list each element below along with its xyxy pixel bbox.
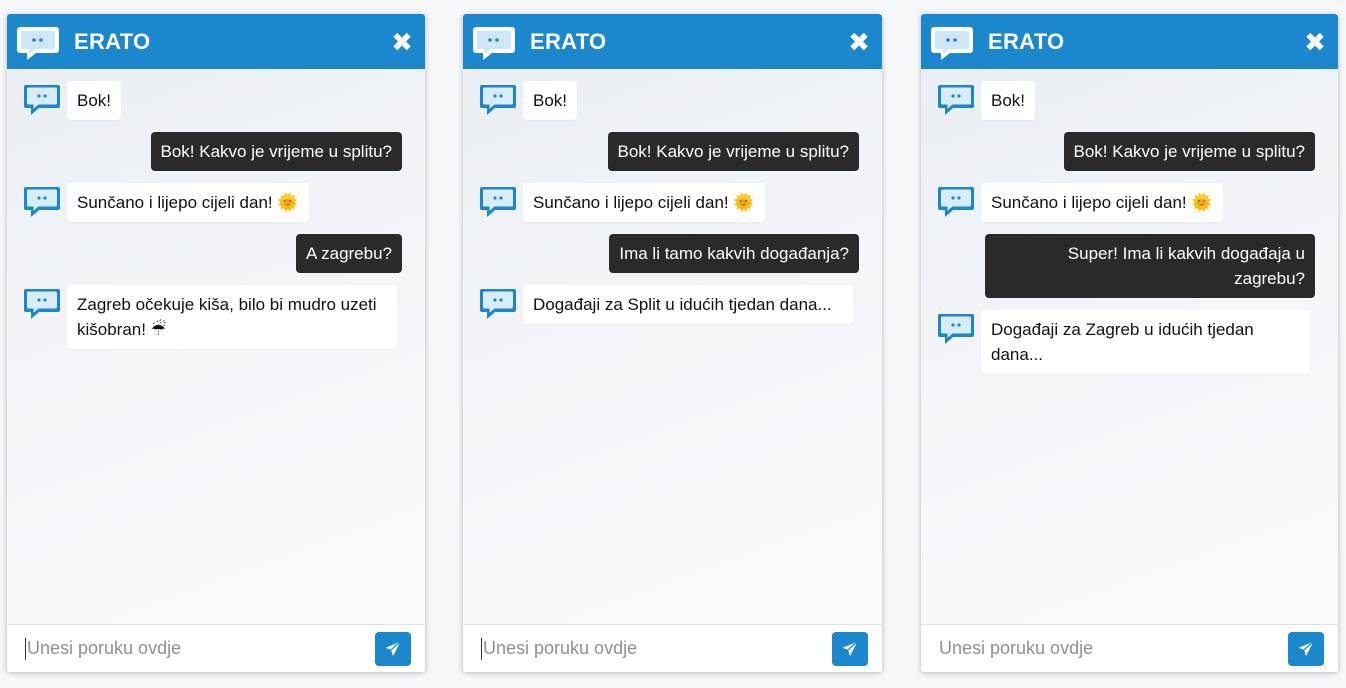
user-message-row: A zagrebu?: [7, 234, 425, 273]
message-input[interactable]: [483, 638, 832, 659]
bot-message-row: Sunčano i lijepo cijeli dan! 🌞: [7, 183, 425, 222]
user-message-bubble: Super! Ima li kakvih događaja u zagrebu?: [985, 234, 1315, 298]
bot-message-bubble: Sunčano i lijepo cijeli dan! 🌞: [523, 183, 765, 222]
chat-title: ERATO: [530, 28, 607, 54]
bot-message-bubble: Zagreb očekuje kiša, bilo bi mudro uzeti…: [67, 285, 397, 349]
message-input-bar: [463, 624, 882, 672]
user-message-row: Bok! Kakvo je vrijeme u splitu?: [7, 132, 425, 171]
bot-message-row: Bok!: [463, 81, 882, 120]
message-text: Sunčano i lijepo cijeli dan!: [991, 193, 1187, 212]
close-button[interactable]: ✖: [1304, 29, 1326, 55]
chat-widget: ERATO ✖ Bok! Bok! Kakvo je vrijeme u spl…: [7, 14, 425, 672]
chat-title: ERATO: [988, 28, 1065, 54]
paper-plane-icon: [385, 640, 401, 656]
umbrella-emoji-icon: ☔: [150, 320, 166, 339]
user-message-bubble: Bok! Kakvo je vrijeme u splitu?: [150, 132, 402, 171]
message-input-bar: [921, 624, 1338, 672]
bot-avatar-icon: [938, 187, 974, 217]
user-message-bubble: Ima li tamo kakvih događanja?: [609, 234, 859, 273]
text-cursor: [25, 637, 26, 660]
close-button[interactable]: ✖: [391, 29, 413, 55]
bot-message-bubble: Bok!: [67, 81, 122, 120]
bot-message-row: Bok!: [7, 81, 425, 120]
message-input-bar: [7, 624, 425, 672]
sun-emoji-icon: 🌞: [733, 193, 755, 212]
chat-title: ERATO: [74, 28, 151, 54]
bot-avatar-icon: [938, 314, 974, 344]
bot-message-row: Događaji za Zagreb u idućih tjedan dana.…: [921, 310, 1338, 374]
chat-logo-icon: [931, 26, 973, 60]
chat-header: ERATO ✖: [7, 14, 425, 69]
send-button[interactable]: [1288, 631, 1324, 666]
user-message-row: Bok! Kakvo je vrijeme u splitu?: [463, 132, 882, 171]
sun-emoji-icon: 🌞: [1191, 193, 1213, 212]
message-text: Sunčano i lijepo cijeli dan!: [533, 193, 729, 212]
bot-avatar-icon: [938, 85, 974, 115]
send-button[interactable]: [832, 631, 868, 666]
bot-message-bubble: Bok!: [981, 81, 1036, 120]
bot-message-bubble: Događaji za Zagreb u idućih tjedan dana.…: [981, 310, 1310, 374]
message-text: Sunčano i lijepo cijeli dan!: [77, 193, 273, 212]
message-input[interactable]: [939, 638, 1288, 659]
chat-logo-icon: [473, 26, 515, 60]
user-message-row: Super! Ima li kakvih događaja u zagrebu?: [921, 234, 1338, 298]
chat-header: ERATO ✖: [921, 14, 1338, 69]
bot-message-bubble: Događaji za Split u idućih tjedan dana..…: [523, 285, 853, 324]
bot-avatar-icon: [24, 85, 60, 115]
close-button[interactable]: ✖: [848, 29, 870, 55]
bot-avatar-icon: [24, 187, 60, 217]
chat-widget: ERATO ✖ Bok! Bok! Kakvo je vrijeme u spl…: [921, 14, 1338, 672]
message-input[interactable]: [27, 638, 375, 659]
bot-message-row: Bok!: [921, 81, 1338, 120]
bot-message-bubble: Sunčano i lijepo cijeli dan! 🌞: [67, 183, 309, 222]
bot-message-bubble: Sunčano i lijepo cijeli dan! 🌞: [981, 183, 1223, 222]
bot-avatar-icon: [480, 289, 516, 319]
bot-avatar-icon: [480, 187, 516, 217]
message-list: Bok! Bok! Kakvo je vrijeme u splitu? Sun…: [7, 69, 425, 624]
paper-plane-icon: [1298, 640, 1314, 656]
user-message-row: Ima li tamo kakvih događanja?: [463, 234, 882, 273]
paper-plane-icon: [842, 640, 858, 656]
chat-logo-icon: [17, 26, 59, 60]
user-message-row: Bok! Kakvo je vrijeme u splitu?: [921, 132, 1338, 171]
bot-message-row: Sunčano i lijepo cijeli dan! 🌞: [921, 183, 1338, 222]
sun-emoji-icon: 🌞: [277, 193, 299, 212]
bot-message-row: Zagreb očekuje kiša, bilo bi mudro uzeti…: [7, 285, 425, 349]
message-list: Bok! Bok! Kakvo je vrijeme u splitu? Sun…: [463, 69, 882, 624]
user-message-bubble: A zagrebu?: [295, 234, 402, 273]
user-message-bubble: Bok! Kakvo je vrijeme u splitu?: [1063, 132, 1315, 171]
bot-message-row: Događaji za Split u idućih tjedan dana..…: [463, 285, 882, 324]
screenshot-stage: ERATO ✖ Bok! Bok! Kakvo je vrijeme u spl…: [0, 0, 1346, 688]
message-list: Bok! Bok! Kakvo je vrijeme u splitu? Sun…: [921, 69, 1338, 624]
message-text: Zagreb očekuje kiša, bilo bi mudro uzeti…: [77, 295, 377, 339]
user-message-bubble: Bok! Kakvo je vrijeme u splitu?: [607, 132, 859, 171]
text-cursor: [481, 637, 482, 660]
chat-widget: ERATO ✖ Bok! Bok! Kakvo je vrijeme u spl…: [463, 14, 882, 672]
bot-avatar-icon: [480, 85, 516, 115]
bot-message-bubble: Bok!: [523, 81, 578, 120]
chat-header: ERATO ✖: [463, 14, 882, 69]
send-button[interactable]: [375, 631, 411, 666]
bot-avatar-icon: [24, 289, 60, 319]
bot-message-row: Sunčano i lijepo cijeli dan! 🌞: [463, 183, 882, 222]
